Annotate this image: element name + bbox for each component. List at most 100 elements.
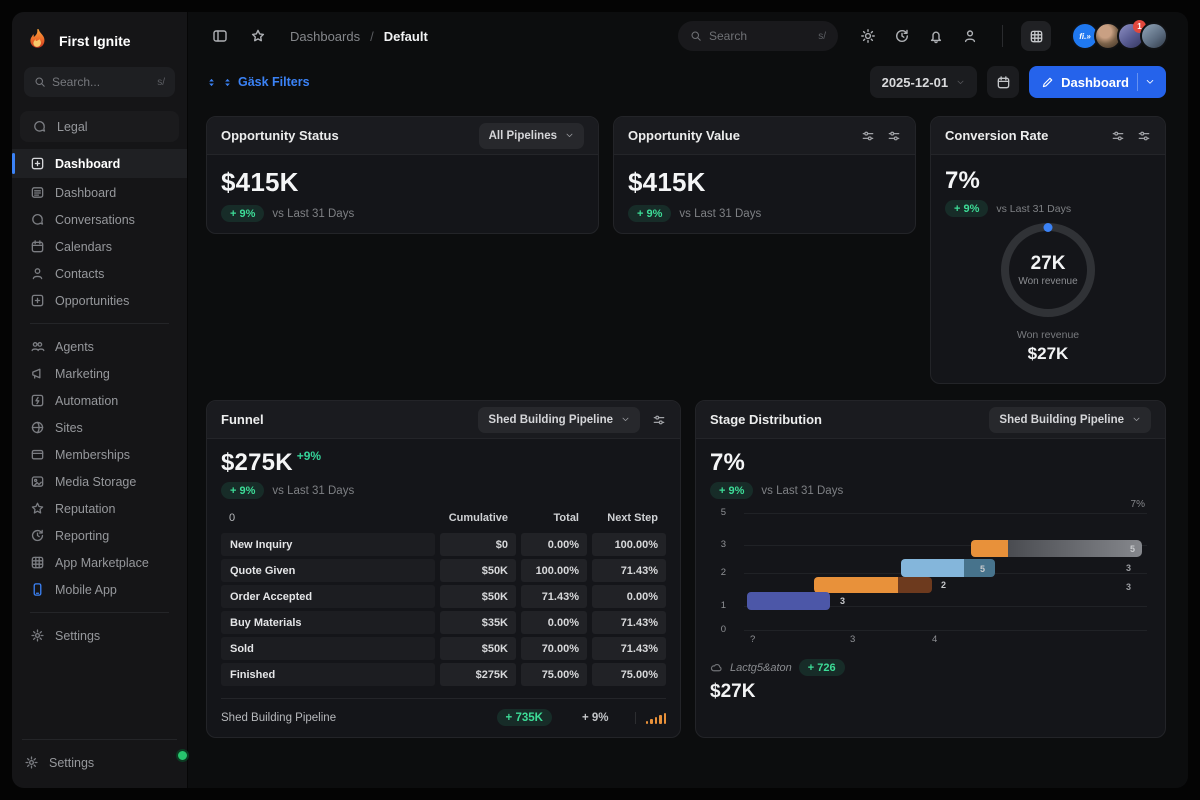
bar-value-label: 2 — [941, 580, 947, 590]
bar-right-label: 3 — [1126, 582, 1132, 592]
settings-sliders-icon[interactable] — [887, 129, 901, 143]
calendar-button[interactable] — [987, 66, 1020, 98]
avatar[interactable] — [1140, 22, 1168, 50]
sidebar-item-app-marketplace[interactable]: App Marketplace — [20, 549, 179, 576]
y-tick: 3 — [720, 539, 726, 550]
bar-segment-lightblue[interactable] — [901, 559, 964, 577]
bar-segment-orange[interactable] — [814, 577, 898, 593]
bar-segment-brown[interactable] — [898, 577, 932, 593]
topbar-search[interactable]: s/ — [678, 21, 838, 51]
bar-value-label: 5 — [979, 564, 985, 574]
topbar-search-shortcut: s/ — [818, 30, 826, 42]
sidebar-item-label: Settings — [49, 755, 95, 770]
sidebar-item-dashboard[interactable]: Dashboard — [20, 179, 179, 206]
sidebar-item-agents[interactable]: Agents — [20, 333, 179, 360]
history-button[interactable] — [888, 22, 916, 50]
total-value: 71.43% — [521, 585, 587, 608]
funnel-footer-delta: + 9% — [581, 711, 609, 724]
bar-segment-gray[interactable]: 5 — [1008, 540, 1142, 557]
flame-logo-icon — [30, 29, 45, 48]
table-row[interactable]: Finished $275K 75.00% 75.00% — [221, 663, 666, 686]
sidebar-toggle-button[interactable] — [206, 22, 234, 50]
delta-badge: + 9% — [221, 205, 265, 222]
total-value: 75.00% — [521, 663, 587, 686]
card-funnel: Funnel Shed Building Pipeline $275K+9% — [206, 400, 681, 738]
filters-link[interactable]: Gäsk Filters — [206, 75, 310, 89]
table-row[interactable]: Order Accepted $50K 71.43% 0.00% — [221, 585, 666, 608]
pipeline-select[interactable]: Shed Building Pipeline — [989, 406, 1151, 433]
next-step-value: 71.43% — [592, 637, 666, 660]
sidebar-item-marketing[interactable]: Marketing — [20, 360, 179, 387]
notifications-button[interactable] — [922, 22, 950, 50]
bar-segment-orange[interactable] — [971, 540, 1008, 557]
sidebar-search-shortcut: s/ — [157, 76, 165, 88]
delta-badge: + 9% — [710, 482, 754, 499]
mini-bar-chart-icon[interactable] — [634, 711, 666, 724]
sidebar-item-legal[interactable]: Legal — [22, 113, 177, 140]
automation-icon — [30, 393, 45, 408]
sidebar-item-conversations[interactable]: Conversations — [20, 206, 179, 233]
settings-sliders-icon[interactable] — [861, 129, 875, 143]
sidebar-item-automation[interactable]: Automation — [20, 387, 179, 414]
sidebar-item-calendars[interactable]: Calendars — [20, 233, 179, 260]
settings-sliders-icon[interactable] — [1137, 129, 1151, 143]
sidebar-item-reporting[interactable]: Reporting — [20, 522, 179, 549]
metric-value: $415K — [628, 167, 706, 197]
search-icon — [34, 76, 46, 88]
date-picker[interactable]: 2025-12-01 — [869, 66, 978, 98]
pipeline-select[interactable]: All Pipelines — [478, 122, 584, 149]
sidebar-item-sites[interactable]: Sites — [20, 414, 179, 441]
sidebar-item-dashboard-active[interactable]: Dashboard — [12, 149, 187, 178]
gear-icon — [24, 755, 39, 770]
bar-right-label: 3 — [1126, 563, 1132, 573]
account-button[interactable] — [956, 22, 984, 50]
sidebar-item-settings[interactable]: Settings — [20, 622, 179, 649]
chevron-down-icon — [621, 415, 630, 424]
delta-badge: + 9% — [221, 482, 265, 499]
chat-icon — [32, 119, 47, 134]
sidebar-nav: Dashboard Dashboard Conversations Calend… — [12, 148, 187, 649]
sidebar-search-input[interactable] — [52, 75, 152, 89]
divider — [30, 323, 169, 324]
table-row[interactable]: Quote Given $50K 100.00% 71.43% — [221, 559, 666, 582]
sidebar-item-reputation[interactable]: Reputation — [20, 495, 179, 522]
next-step-value: 100.00% — [592, 533, 666, 556]
bar-segment-steel[interactable]: 5 — [964, 559, 995, 577]
stage-name: New Inquiry — [221, 533, 435, 556]
favorite-button[interactable] — [244, 22, 272, 50]
dashboard-button[interactable]: Dashboard — [1029, 66, 1166, 98]
sidebar-footer-settings[interactable]: Settings — [22, 749, 177, 776]
chart-top-label: 7% — [1130, 499, 1145, 510]
sidebar-item-contacts[interactable]: Contacts — [20, 260, 179, 287]
sidebar-group-legal: Legal — [20, 111, 179, 142]
total-value: 100.00% — [521, 559, 587, 582]
topbar-search-input[interactable] — [709, 29, 812, 43]
breadcrumb-root[interactable]: Dashboards — [290, 29, 360, 44]
sidebar-item-label: Marketing — [55, 366, 110, 381]
metric-value-delta: +9% — [296, 449, 322, 463]
stage-name: Finished — [221, 663, 435, 686]
pipeline-select-value: Shed Building Pipeline — [999, 413, 1124, 426]
table-row[interactable]: New Inquiry $0 0.00% 100.00% — [221, 533, 666, 556]
online-status-dot[interactable] — [176, 749, 189, 762]
marketing-icon — [30, 366, 45, 381]
table-row[interactable]: Sold $50K 70.00% 71.43% — [221, 637, 666, 660]
sidebar-item-media-storage[interactable]: Media Storage — [20, 468, 179, 495]
dashboard-button-menu[interactable] — [1138, 77, 1162, 87]
sidebar-search[interactable]: s/ — [24, 67, 175, 97]
delta-badge: + 9% — [628, 205, 672, 222]
bell-icon — [928, 28, 944, 44]
sidebar-item-opportunities[interactable]: Opportunities — [20, 287, 179, 314]
settings-sliders-icon[interactable] — [1111, 129, 1125, 143]
theme-toggle-button[interactable] — [854, 22, 882, 50]
app-launcher-button[interactable] — [1021, 21, 1051, 51]
settings-sliders-icon[interactable] — [652, 413, 666, 427]
pipeline-select[interactable]: Shed Building Pipeline — [478, 406, 640, 433]
table-row[interactable]: Buy Materials $35K 0.00% 71.43% — [221, 611, 666, 634]
sidebar-item-memberships[interactable]: Memberships — [20, 441, 179, 468]
sidebar-item-mobile-app[interactable]: Mobile App — [20, 576, 179, 603]
filters-link-label: Gäsk Filters — [238, 75, 310, 89]
dashboard-icon — [30, 156, 45, 171]
next-step-value: 71.43% — [592, 611, 666, 634]
bar-segment-indigo[interactable] — [747, 592, 830, 610]
